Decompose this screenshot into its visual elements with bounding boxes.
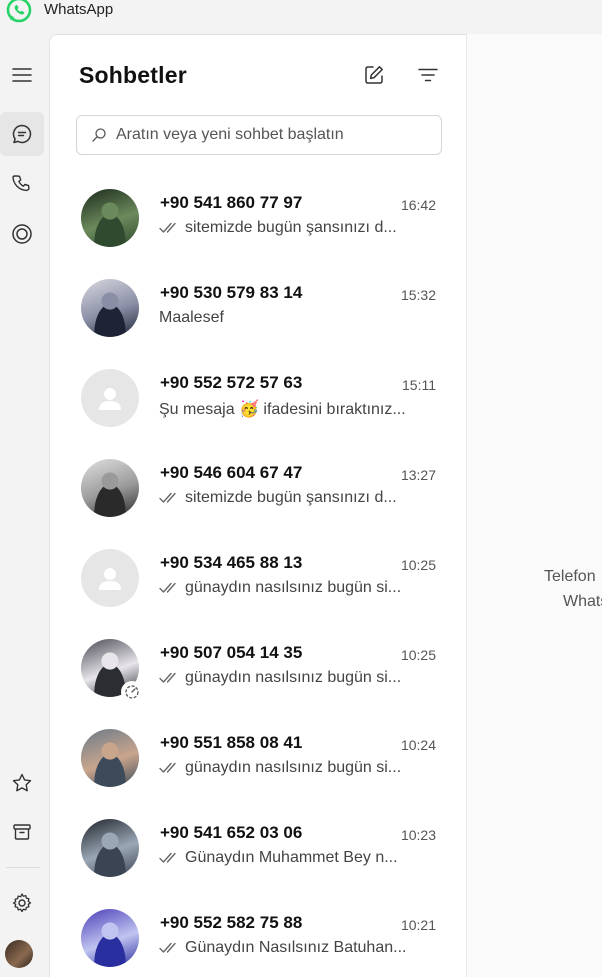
message-time: 10:25 xyxy=(400,647,436,663)
contact-name: +90 534 465 88 13 xyxy=(160,553,303,572)
message-preview-text: sitemizde bugün şansınızı d... xyxy=(185,219,397,236)
chat-list-item[interactable]: +90 541 860 77 97 16:42 sitemizde bugün şa… xyxy=(50,161,466,251)
starred-button[interactable] xyxy=(0,761,44,805)
contact-avatar xyxy=(81,819,139,877)
contact-name: +90 530 579 83 14 xyxy=(160,283,303,302)
contact-avatar xyxy=(81,369,139,427)
status-update-icon xyxy=(125,685,139,699)
contact-name: +90 541 652 03 06 xyxy=(160,823,303,842)
contact-avatar xyxy=(81,909,139,967)
phone-icon xyxy=(12,175,30,192)
placeholder-text-line1: Telefon xyxy=(544,568,596,585)
message-preview: günaydın nasılsınız bugün si... xyxy=(159,759,401,777)
status-icon xyxy=(12,224,32,244)
message-time: 15:32 xyxy=(400,287,436,303)
chat-list-item[interactable]: +90 534 465 88 13 10:25 günaydın nasılsını… xyxy=(50,521,466,611)
search-icon xyxy=(91,127,107,143)
double-check-icon xyxy=(159,942,176,953)
message-time: 13:27 xyxy=(400,467,436,483)
message-preview: sitemizde bugün şansınızı d... xyxy=(159,219,397,237)
message-preview: günaydın nasılsınız bugün si... xyxy=(159,669,401,687)
chats-button[interactable] xyxy=(0,112,44,156)
message-preview-text: Maalesef xyxy=(159,309,224,326)
chat-list-item[interactable]: +90 552 572 57 63 15:11 Şu mesaja 🥳 ifades… xyxy=(50,341,466,431)
whatsapp-logo-icon xyxy=(6,0,32,23)
message-preview: Maalesef xyxy=(159,309,224,327)
star-icon xyxy=(12,773,32,792)
contact-avatar xyxy=(81,549,139,607)
double-check-icon xyxy=(159,672,176,683)
double-check-icon xyxy=(159,762,176,773)
archive-icon xyxy=(13,824,31,840)
new-chat-icon xyxy=(365,66,383,84)
message-time: 10:23 xyxy=(400,827,436,843)
double-check-icon xyxy=(159,852,176,863)
settings-button[interactable] xyxy=(0,881,44,925)
settings-icon xyxy=(12,893,32,913)
app-title: WhatsApp xyxy=(44,1,114,18)
title-bar: WhatsApp xyxy=(0,0,602,34)
profile-avatar[interactable] xyxy=(5,940,33,968)
message-time: 15:11 xyxy=(402,377,436,393)
message-preview-text: Şu mesaja 🥳 ifadesini bıraktınız... xyxy=(159,401,406,418)
status-button[interactable] xyxy=(0,212,44,256)
contact-avatar xyxy=(81,279,139,337)
menu-icon xyxy=(12,68,32,82)
chat-list-item[interactable]: +90 507 054 14 35 10:25 günaydın nasılsını… xyxy=(50,611,466,703)
double-check-icon xyxy=(159,222,176,233)
chat-list-item[interactable]: +90 551 858 08 41 10:24 günaydın nasılsını… xyxy=(50,701,466,791)
contact-avatar xyxy=(81,729,139,787)
message-time: 10:25 xyxy=(400,557,436,573)
placeholder-text-line2: Whats xyxy=(563,593,602,610)
message-preview: sitemizde bugün şansınızı d... xyxy=(159,489,397,507)
message-preview: Günaydın Nasılsınız Batuhan... xyxy=(159,939,406,957)
contact-name: +90 541 860 77 97 xyxy=(160,193,303,212)
chat-list-item[interactable]: +90 530 579 83 14 15:32 Maalesef xyxy=(50,251,466,341)
chat-list-item[interactable]: +90 546 604 67 47 13:27 sitemizde bugün şa… xyxy=(50,431,466,521)
contact-name: +90 507 054 14 35 xyxy=(160,643,303,662)
filter-icon xyxy=(418,68,438,82)
new-chat-button[interactable] xyxy=(359,60,389,90)
message-preview: Şu mesaja 🥳 ifadesini bıraktınız... xyxy=(159,399,406,419)
contact-name: +90 546 604 67 47 xyxy=(160,463,303,482)
message-preview: günaydın nasılsınız bugün si... xyxy=(159,579,401,597)
message-preview: Günaydın Muhammet Bey n... xyxy=(159,849,398,867)
default-avatar-icon xyxy=(99,388,121,410)
message-time: 10:21 xyxy=(400,917,436,933)
navigation-rail xyxy=(0,34,49,977)
archive-button[interactable] xyxy=(0,810,44,854)
contact-name: +90 552 582 75 88 xyxy=(160,913,303,932)
message-preview-text: günaydın nasılsınız bugün si... xyxy=(185,759,402,776)
contact-name: +90 552 572 57 63 xyxy=(160,373,303,392)
chat-list-panel: Sohbetler +90 541 860 77 9716:42sitemizd… xyxy=(49,34,467,977)
double-check-icon xyxy=(159,582,176,593)
calls-button[interactable] xyxy=(0,162,44,206)
double-check-icon xyxy=(159,492,176,503)
search-input[interactable] xyxy=(116,126,436,144)
contact-avatar xyxy=(81,189,139,247)
message-time: 10:24 xyxy=(400,737,436,753)
message-preview-text: günaydın nasılsınız bugün si... xyxy=(185,669,402,686)
message-preview-text: Günaydın Nasılsınız Batuhan... xyxy=(185,939,407,956)
chat-list-item[interactable]: +90 541 652 03 06 10:23 Günaydın Muhammet … xyxy=(50,791,466,881)
message-time: 16:42 xyxy=(400,197,436,213)
default-avatar-icon xyxy=(99,568,121,590)
message-preview-text: Günaydın Muhammet Bey n... xyxy=(185,849,398,866)
filter-button[interactable] xyxy=(413,60,443,90)
chat-list-item[interactable]: +90 552 582 75 88 10:21 Günaydın Nasılsını… xyxy=(50,881,466,971)
search-box[interactable] xyxy=(76,115,442,155)
chats-icon xyxy=(12,124,32,144)
status-update-badge xyxy=(121,681,143,703)
menu-button[interactable] xyxy=(0,53,44,97)
message-preview-text: sitemizde bugün şansınızı d... xyxy=(185,489,397,506)
rail-divider xyxy=(6,867,40,868)
contact-avatar xyxy=(81,459,139,517)
conversation-placeholder-pane: Telefon Whats xyxy=(467,34,602,977)
contact-name: +90 551 858 08 41 xyxy=(160,733,303,752)
message-preview-text: günaydın nasılsınız bugün si... xyxy=(185,579,402,596)
panel-title: Sohbetler xyxy=(79,62,187,88)
